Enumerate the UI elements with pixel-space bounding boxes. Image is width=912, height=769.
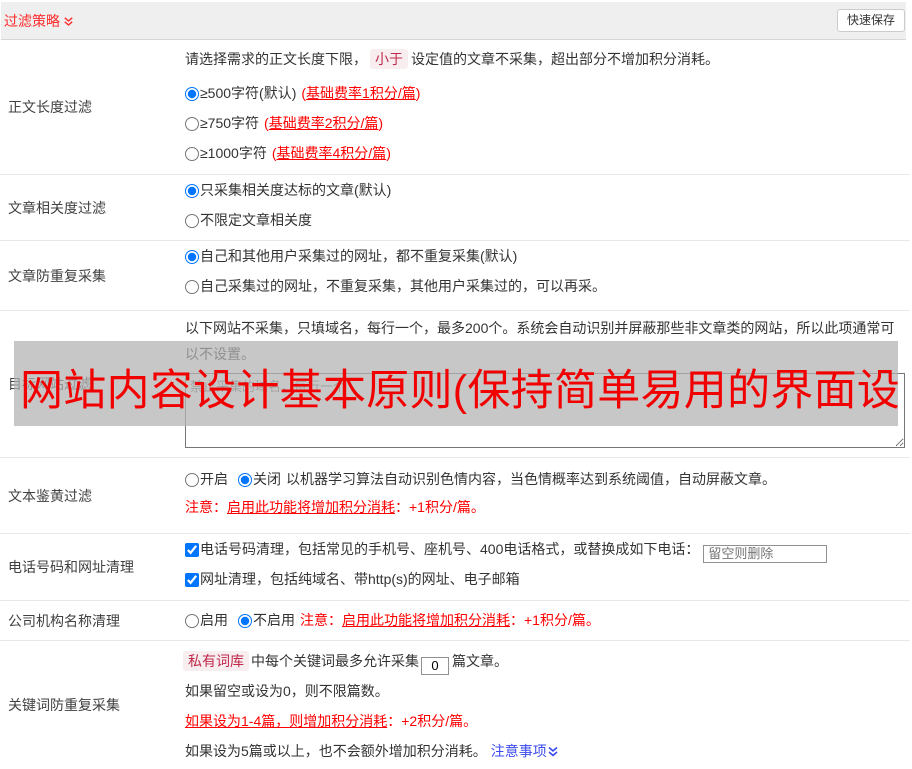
length-750-radio[interactable] [185,116,199,131]
less-than-tag: 小于 [370,49,408,69]
watermark-title: 网站内容设计基本原则(保持简单易用的界面设 [20,366,898,415]
row-keyword-dedup: 关键词防重复采集 私有词库中每个关键词最多允许采集篇文章。 如果留空或设为0，则… [0,641,910,769]
option-line: 只采集相关度达标的文章(默认) [185,175,910,205]
row-porn-filter: 文本鉴黄过滤 开启 关闭 以机器学习算法自动识别色情内容，当色情概率达到系统阈值，自… [0,458,910,534]
fee-note: (基础费率4积分/篇) [271,145,391,161]
porn-filter-desc: 以机器学习算法自动识别色情内容，当色情概率达到系统阈值，自动屏蔽文章。 [286,471,776,487]
option-line: 自己采集过的网址，不重复采集，其他用户采集过的，可以再采。 [185,271,910,301]
row-content: 请选择需求的正文长度下限， 小于 设定值的文章不采集，超出部分不增加积分消耗。 ≥5… [185,40,910,174]
porn-filter-note: 注意：启用此功能将增加积分消耗：+1积分/篇。 [185,499,485,515]
length-option-500: ≥500字符(默认) (基础费率1积分/篇) [185,78,910,108]
relevance-any-radio[interactable] [185,213,199,228]
dedup-all-radio[interactable] [185,249,199,264]
quick-save-button[interactable]: 快速保存 [837,9,905,32]
keyword-note-unlimited: 如果留空或设为0，则不限篇数。 [185,683,389,699]
row-label-porn-filter: 文本鉴黄过滤 [8,487,92,504]
row-content: 启用 不启用 注意：启用此功能将增加积分消耗：+1积分/篇。 [185,601,910,640]
keyword-limit-line: 私有词库中每个关键词最多允许采集篇文章。 [183,646,910,676]
row-content: 私有词库中每个关键词最多允许采集篇文章。 如果留空或设为0，则不限篇数。 如果设… [183,641,910,769]
length-500-radio[interactable] [185,86,199,101]
watermark-overlay-band: 网站内容设计基本原则(保持简单易用的界面设 [14,341,898,426]
row-company-clean: 公司机构名称清理 启用 不启用 注意：启用此功能将增加积分消耗：+1积分/篇。 [0,601,910,641]
row-label-company: 公司机构名称清理 [8,612,120,629]
row-label-relevance: 文章相关度过滤 [8,199,106,216]
option-line: 电话号码清理，包括常见的手机号、座机号、400电话格式，或替换成如下电话： [185,534,910,564]
company-off-radio[interactable] [238,613,252,628]
keyword-note-free: 如果设为5篇或以上，也不会额外增加积分消耗。 注意事项 [185,736,910,766]
fee-note: (基础费率1积分/篇) [301,85,421,101]
chevron-double-down-icon [548,746,558,757]
relevance-strict-radio[interactable] [185,183,199,198]
row-dedup: 文章防重复采集 自己和其他用户采集过的网址，都不重复采集(默认) 自己采集过的网… [0,241,910,311]
length-filter-intro: 请选择需求的正文长度下限， 小于 设定值的文章不采集，超出部分不增加积分消耗。 [185,49,719,69]
fee-note: (基础费率2积分/篇) [264,115,384,131]
private-lexicon-tag: 私有词库 [183,651,249,671]
company-on-radio[interactable] [185,613,199,628]
page-title-text: 过滤策略 [4,12,60,29]
notice-link[interactable]: 注意事项 [491,743,558,759]
keyword-limit-input[interactable] [421,656,449,675]
chevron-double-down-icon [64,17,73,26]
option-line: 网址清理，包括纯域名、带http(s)的网址、电子邮箱 [185,564,910,594]
company-clean-note: 注意：启用此功能将增加积分消耗：+1积分/篇。 [300,612,600,628]
phone-clean-checkbox[interactable] [185,542,199,557]
dedup-own-radio[interactable] [185,279,199,294]
keyword-note-cost: 如果设为1-4篇，则增加积分消耗：+2积分/篇。 [185,713,478,729]
row-content: 电话号码清理，包括常见的手机号、座机号、400电话格式，或替换成如下电话： 网址… [185,534,910,600]
option-line: 自己和其他用户采集过的网址，都不重复采集(默认) [185,241,910,271]
row-label-length-filter: 正文长度过滤 [8,99,92,115]
row-content: 自己和其他用户采集过的网址，都不重复采集(默认) 自己采集过的网址，不重复采集，… [185,241,910,310]
length-option-1000: ≥1000字符 (基础费率4积分/篇) [185,138,910,168]
row-phone-url-clean: 电话号码和网址清理 电话号码清理，包括常见的手机号、座机号、400电话格式，或替… [0,534,910,601]
option-line: 不限定文章相关度 [185,205,910,235]
row-label-keyword: 关键词防重复采集 [8,697,120,713]
row-label-dedup: 文章防重复采集 [8,267,106,284]
row-content: 开启 关闭 以机器学习算法自动识别色情内容，当色情概率达到系统阈值，自动屏蔽文章。 … [185,458,910,533]
option-line: 开启 关闭 以机器学习算法自动识别色情内容，当色情概率达到系统阈值，自动屏蔽文章。 [185,465,910,493]
option-line: 启用 不启用 注意：启用此功能将增加积分消耗：+1积分/篇。 [185,605,910,635]
row-label-phone-url: 电话号码和网址清理 [8,559,134,575]
porn-off-radio[interactable] [238,472,252,487]
url-clean-checkbox[interactable] [185,572,199,587]
page-title[interactable]: 过滤策略 [4,11,73,31]
porn-on-radio[interactable] [185,472,199,487]
row-length-filter: 正文长度过滤 请选择需求的正文长度下限， 小于 设定值的文章不采集，超出部分不增加积… [0,40,910,175]
length-1000-radio[interactable] [185,146,199,161]
replace-phone-input[interactable] [703,544,828,563]
length-option-750: ≥750字符 (基础费率2积分/篇) [185,108,910,138]
filter-strategy-header: 过滤策略 快速保存 [1,2,906,40]
row-content: 只采集相关度达标的文章(默认) 不限定文章相关度 [185,175,910,240]
row-relevance-filter: 文章相关度过滤 只采集相关度达标的文章(默认) 不限定文章相关度 [0,175,910,241]
